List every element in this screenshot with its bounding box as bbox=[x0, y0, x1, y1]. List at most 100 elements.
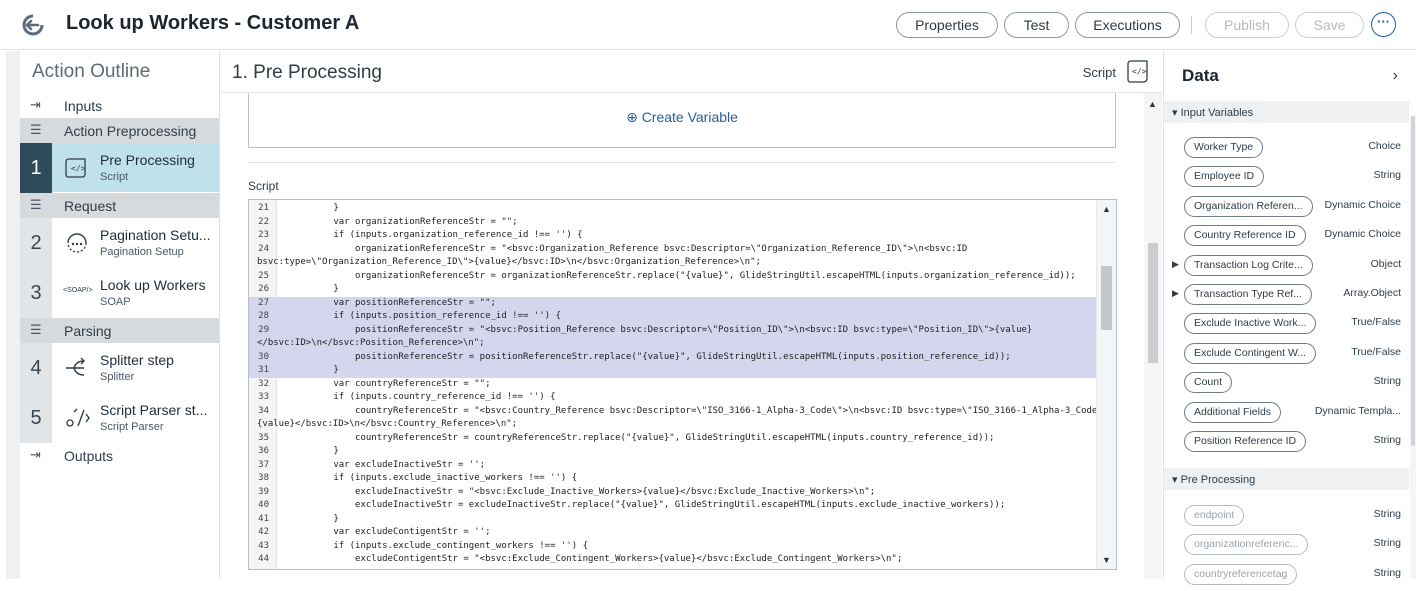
scroll-thumb[interactable] bbox=[1101, 266, 1112, 330]
code-line[interactable]: 44 excludeContigentStr = "<bsvc:Exclude_… bbox=[249, 553, 1097, 567]
code-line[interactable]: 32 var countryReferenceStr = ""; bbox=[249, 378, 1097, 392]
code-line[interactable]: 23 if (inputs.organization_reference_id … bbox=[249, 229, 1097, 243]
chevron-right-icon[interactable]: › bbox=[1393, 67, 1398, 85]
outline-outputs[interactable]: ⇥ Outputs bbox=[20, 443, 219, 468]
data-pill-row[interactable]: organizationreferenc... String bbox=[1164, 532, 1409, 561]
data-pill[interactable]: Exclude Inactive Work... bbox=[1184, 313, 1317, 335]
data-pill-row[interactable]: Worker Type Choice bbox=[1164, 135, 1409, 164]
data-pill[interactable]: endpoint bbox=[1184, 505, 1245, 526]
data-scrollbar[interactable] bbox=[1410, 116, 1416, 579]
properties-button[interactable]: Properties bbox=[896, 12, 998, 38]
code-line[interactable]: 38 if (inputs.exclude_inactive_workers !… bbox=[249, 472, 1097, 486]
code-line[interactable]: 43 if (inputs.exclude_contingent_workers… bbox=[249, 540, 1097, 554]
data-pill[interactable]: Position Reference ID bbox=[1184, 431, 1307, 452]
code-line[interactable]: 27 var positionReferenceStr = ""; bbox=[249, 296, 1097, 310]
data-pill[interactable]: Exclude Contingent W... bbox=[1184, 342, 1317, 364]
code-line[interactable]: 24 organizationReferenceStr = "<bsvc:Org… bbox=[249, 243, 1097, 257]
code-line[interactable]: 30 positionReferenceStr = positionRefere… bbox=[249, 350, 1097, 364]
data-pill[interactable]: Employee ID bbox=[1184, 166, 1265, 188]
data-pill[interactable]: Transaction Type Ref... bbox=[1184, 284, 1312, 305]
scroll-down-icon[interactable]: ▼ bbox=[1102, 555, 1111, 565]
code-line[interactable]: bsvc:type=\"Organization_Reference_ID\">… bbox=[249, 256, 1097, 270]
scroll-up-icon[interactable]: ▲ bbox=[1148, 99, 1157, 109]
step-pagination-setup[interactable]: 2 Pagination Setu... Pagination Setup bbox=[20, 218, 219, 268]
data-pill-row[interactable]: Exclude Inactive Work... True/False bbox=[1164, 311, 1409, 340]
code-line[interactable]: 41 } bbox=[249, 513, 1097, 527]
code-line[interactable]: 28 if (inputs.position_reference_id !== … bbox=[249, 310, 1097, 324]
code-line[interactable]: 37 var excludeInactiveStr = ''; bbox=[249, 459, 1097, 473]
data-pill-row[interactable]: ▶ Transaction Log Crite... Object bbox=[1164, 253, 1409, 282]
data-pill-row[interactable]: Country Reference ID Dynamic Choice bbox=[1164, 223, 1409, 252]
more-options-button[interactable]: ··· bbox=[1371, 12, 1396, 37]
step-title: Pre Processing bbox=[100, 152, 195, 168]
code-content[interactable]: 21 } 22 var organizationReferenceStr = ""… bbox=[249, 202, 1114, 567]
data-pill[interactable]: organizationreferenc... bbox=[1184, 534, 1309, 556]
code-line[interactable]: 29 positionReferenceStr = "<bsvc:Positio… bbox=[249, 323, 1097, 337]
executions-button[interactable]: Executions bbox=[1075, 12, 1180, 38]
code-line[interactable]: 35 countryReferenceStr = countryReferenc… bbox=[249, 432, 1097, 446]
data-pill-row[interactable]: Position Reference ID String bbox=[1164, 429, 1409, 458]
section-request[interactable]: ☰ Request bbox=[20, 193, 219, 218]
code-line[interactable]: 26 } bbox=[249, 283, 1097, 297]
section-parsing[interactable]: ☰ Parsing bbox=[20, 318, 219, 343]
caret-right-icon[interactable]: ▶ bbox=[1172, 288, 1179, 299]
data-pill-row[interactable]: Exclude Contingent W... True/False bbox=[1164, 341, 1409, 370]
data-pill-row[interactable]: endpoint String bbox=[1164, 503, 1409, 532]
data-pill-row[interactable]: Count String bbox=[1164, 370, 1409, 399]
section-action-preprocessing[interactable]: ☰ Action Preprocessing bbox=[20, 118, 219, 143]
data-type-label: String bbox=[1373, 434, 1401, 446]
data-pill[interactable]: Organization Referen... bbox=[1184, 195, 1313, 217]
data-pill[interactable]: Count bbox=[1184, 372, 1233, 394]
step-subtitle: Pagination Setup bbox=[100, 246, 184, 258]
data-pill[interactable]: Worker Type bbox=[1184, 137, 1264, 158]
line-number: 25 bbox=[258, 270, 269, 281]
editor-scrollbar[interactable]: ▲ ▼ bbox=[1096, 200, 1116, 569]
data-type-label: Choice bbox=[1368, 140, 1401, 152]
data-pill[interactable]: Country Reference ID bbox=[1184, 225, 1306, 247]
step-script-parser[interactable]: 5 Script Parser st... Script Parser bbox=[20, 393, 219, 443]
code-line[interactable]: 40 excludeInactiveStr = excludeInactiveS… bbox=[249, 499, 1097, 513]
data-pill-row[interactable]: Organization Referen... Dynamic Choice bbox=[1164, 194, 1409, 223]
code-line[interactable]: 42 var excludeContigentStr = ''; bbox=[249, 526, 1097, 540]
step-look-up-workers[interactable]: 3 <SOAP/> Look up Workers SOAP bbox=[20, 268, 219, 318]
code-text: if (inputs.exclude_inactive_workers !== … bbox=[290, 473, 578, 483]
pre-processing-header[interactable]: ▾ Pre Processing bbox=[1164, 468, 1409, 490]
data-pill[interactable]: Additional Fields bbox=[1184, 401, 1282, 423]
code-line[interactable]: </bsvc:ID>\n</bsvc:Position_Reference>\n… bbox=[249, 337, 1097, 351]
create-variable-button[interactable]: ⊕ Create Variable bbox=[249, 109, 1115, 126]
code-line[interactable]: 25 organizationReferenceStr = organizati… bbox=[249, 270, 1097, 284]
code-line[interactable]: 33 if (inputs.country_reference_id !== '… bbox=[249, 391, 1097, 405]
input-variables-header[interactable]: ▾ Input Variables bbox=[1164, 101, 1409, 123]
outline-inputs[interactable]: ⇥ Inputs bbox=[20, 93, 219, 118]
back-arrow-icon[interactable] bbox=[22, 14, 44, 36]
script-editor[interactable]: 21 } 22 var organizationReferenceStr = ""… bbox=[248, 199, 1117, 570]
scroll-up-icon[interactable]: ▲ bbox=[1102, 204, 1111, 214]
scroll-thumb[interactable] bbox=[1148, 243, 1158, 363]
code-line[interactable]: 34 countryReferenceStr = "<bsvc:Country_… bbox=[249, 405, 1113, 419]
code-line[interactable]: 31 } bbox=[249, 364, 1097, 378]
data-pill-row[interactable]: countryreferencetag String bbox=[1164, 562, 1409, 591]
caret-right-icon[interactable]: ▶ bbox=[1172, 259, 1179, 270]
code-line[interactable]: {value}</bsvc:ID>\n</bsvc:Country_Refere… bbox=[249, 418, 1097, 432]
page-scrollbar[interactable]: ▲ bbox=[1144, 93, 1162, 579]
test-button[interactable]: Test bbox=[1004, 12, 1069, 38]
svg-text:</>: </> bbox=[1132, 67, 1147, 76]
publish-button[interactable]: Publish bbox=[1205, 12, 1289, 38]
code-line[interactable]: 21 } bbox=[249, 202, 1097, 216]
save-button[interactable]: Save bbox=[1295, 12, 1364, 38]
code-line[interactable]: 36 } bbox=[249, 445, 1097, 459]
outline-title: Action Outline bbox=[32, 61, 151, 82]
code-text: if (inputs.exclude_contingent_workers !=… bbox=[290, 540, 589, 551]
step-number: 2 bbox=[20, 218, 52, 268]
data-pill-row[interactable]: ▶ Transaction Type Ref... Array.Object bbox=[1164, 282, 1409, 311]
code-text: positionReferenceStr = "<bsvc:Position_R… bbox=[290, 324, 1033, 335]
data-pill-row[interactable]: Employee ID String bbox=[1164, 164, 1409, 193]
data-pill-row[interactable]: Additional Fields Dynamic Templa... bbox=[1164, 400, 1409, 429]
step-pre-processing[interactable]: 1 </> Pre Processing Script bbox=[20, 143, 219, 193]
step-splitter[interactable]: 4 Splitter step Splitter bbox=[20, 343, 219, 393]
code-line[interactable]: 22 var organizationReferenceStr = ""; bbox=[249, 216, 1097, 230]
data-pill[interactable]: countryreferencetag bbox=[1184, 563, 1298, 585]
code-line[interactable]: 39 excludeInactiveStr = "<bsvc:Exclude_I… bbox=[249, 486, 1097, 500]
scroll-thumb[interactable] bbox=[1411, 116, 1415, 446]
data-pill[interactable]: Transaction Log Crite... bbox=[1184, 254, 1313, 276]
